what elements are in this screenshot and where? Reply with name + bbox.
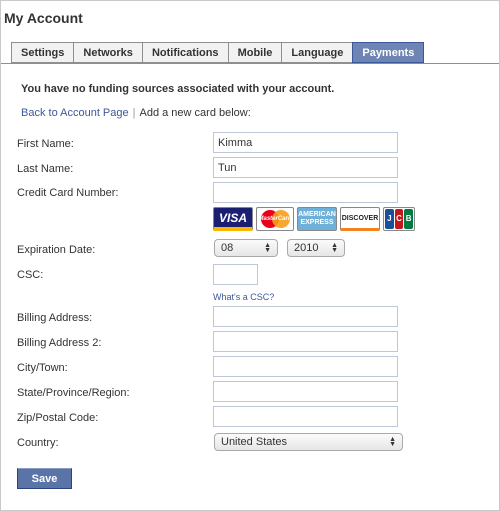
country-select[interactable]: United States ▲ ▼	[214, 433, 403, 451]
csc-label: CSC:	[17, 269, 44, 281]
visa-logo: VISA	[213, 207, 253, 231]
last-name-field[interactable]	[213, 157, 398, 178]
back-to-account-link[interactable]: Back to Account Page	[21, 107, 129, 119]
tab-divider	[1, 63, 499, 64]
page-title: My Account	[4, 10, 83, 26]
funding-notice: You have no funding sources associated w…	[21, 83, 335, 95]
mastercard-logo-text: MasterCard	[258, 216, 292, 222]
tab-payments[interactable]: Payments	[352, 42, 425, 63]
tab-mobile[interactable]: Mobile	[227, 42, 282, 63]
first-name-label: First Name:	[17, 138, 74, 150]
link-separator: |	[132, 107, 136, 119]
zip-label: Zip/Postal Code:	[17, 412, 99, 424]
amex-logo: AMERICAN EXPRESS	[297, 207, 337, 231]
city-label: City/Town:	[17, 362, 68, 374]
expiration-month-value: 08	[221, 241, 234, 254]
card-brand-logos: VISA MasterCard AMERICAN EXPRESS DISCOVE…	[213, 207, 415, 231]
select-arrows-icon: ▲ ▼	[389, 436, 396, 448]
zip-field[interactable]	[213, 406, 398, 427]
country-label: Country:	[17, 437, 59, 449]
tab-language[interactable]: Language	[281, 42, 353, 63]
state-field[interactable]	[213, 381, 398, 402]
expiration-year-select[interactable]: 2010 ▲ ▼	[287, 239, 345, 257]
discover-logo: DISCOVER	[340, 207, 380, 231]
select-arrows-icon: ▲ ▼	[264, 242, 271, 254]
tab-notifications[interactable]: Notifications	[141, 42, 228, 63]
tab-settings[interactable]: Settings	[11, 42, 74, 63]
billing-address-2-field[interactable]	[213, 331, 398, 352]
country-value: United States	[221, 435, 288, 448]
state-label: State/Province/Region:	[17, 387, 130, 399]
whats-a-csc-link[interactable]: What's a CSC?	[213, 292, 274, 302]
city-field[interactable]	[213, 356, 398, 377]
last-name-label: Last Name:	[17, 163, 74, 175]
mastercard-logo: MasterCard	[256, 207, 294, 231]
expiration-year-value: 2010	[294, 241, 319, 254]
add-card-text: Add a new card below:	[139, 107, 251, 119]
card-number-field[interactable]	[213, 182, 398, 203]
settings-tabs: Settings Networks Notifications Mobile L…	[11, 42, 425, 63]
billing-address-2-label: Billing Address 2:	[17, 337, 102, 349]
expiration-label: Expiration Date:	[17, 244, 96, 256]
account-page: My Account Settings Networks Notificatio…	[0, 0, 500, 511]
billing-address-field[interactable]	[213, 306, 398, 327]
expiration-month-select[interactable]: 08 ▲ ▼	[214, 239, 278, 257]
save-button[interactable]: Save	[17, 468, 72, 489]
card-number-label: Credit Card Number:	[17, 187, 119, 199]
billing-address-label: Billing Address:	[17, 312, 93, 324]
tab-networks[interactable]: Networks	[73, 42, 142, 63]
csc-field[interactable]	[213, 264, 258, 285]
first-name-field[interactable]	[213, 132, 398, 153]
breadcrumb: Back to Account Page | Add a new card belo…	[21, 107, 251, 119]
select-arrows-icon: ▲ ▼	[331, 242, 338, 254]
jcb-logo: JCB	[383, 207, 415, 231]
